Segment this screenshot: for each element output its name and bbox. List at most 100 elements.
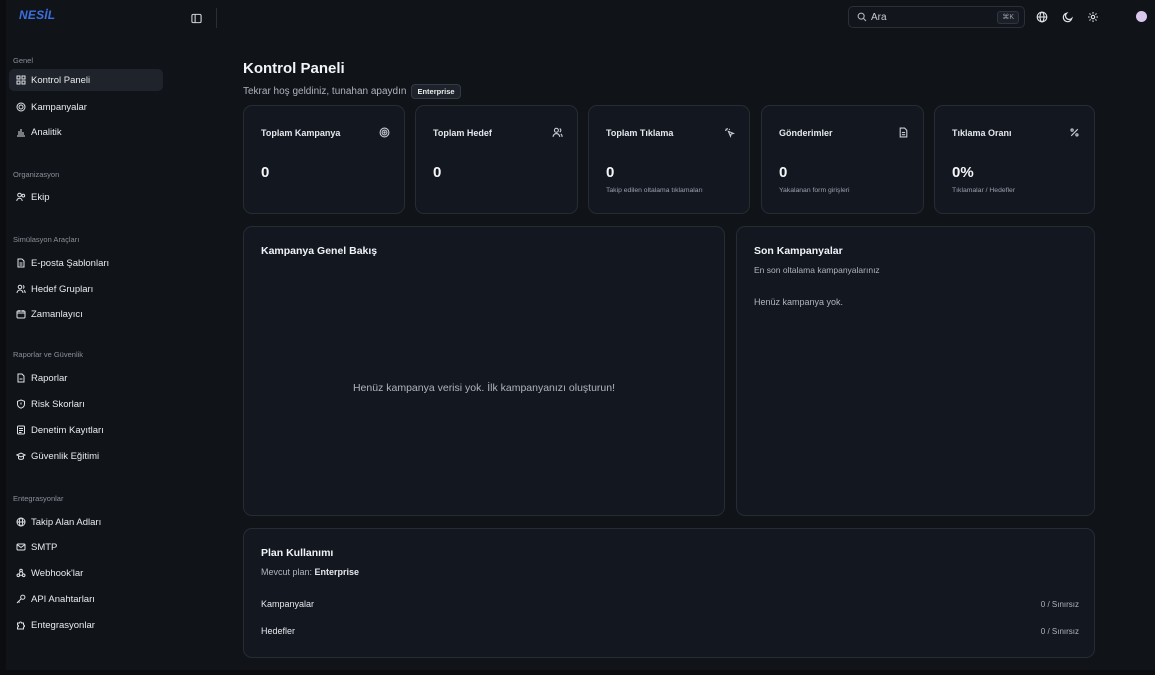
stat-card-toplam-tiklama: Toplam Tıklama 0 Takip edilen oltalama t…	[588, 105, 750, 214]
sidebar-item-risk-skorlari[interactable]: Risk Skorları	[9, 393, 163, 415]
search-placeholder: Ara	[871, 11, 887, 23]
file-text-icon	[17, 258, 25, 268]
gear-icon	[1088, 12, 1098, 22]
stat-subtitle: Tıklamalar / Hedefler	[952, 187, 1016, 194]
sidebar-item-label: Takip Alan Adları	[31, 516, 102, 528]
stat-title: Toplam Kampanya	[261, 128, 341, 138]
page-title: Kontrol Paneli	[243, 60, 345, 77]
sidebar-item-label: Zamanlayıcı	[31, 308, 83, 320]
search-shortcut: ⌘K	[997, 11, 1019, 24]
sidebar-item-label: Denetim Kayıtları	[31, 424, 104, 436]
dashboard-icon	[16, 75, 26, 85]
sidebar-item-analitik[interactable]: Analitik	[9, 121, 163, 143]
key-icon	[16, 594, 26, 604]
sidebar-section-title: Simülasyon Araçları	[13, 235, 80, 244]
users-icon	[551, 126, 563, 138]
sidebar-item-entegrasyonlar[interactable]: Entegrasyonlar	[9, 614, 163, 636]
stat-value: 0	[606, 164, 615, 181]
recent-campaigns-card: Son Kampanyalar En son oltalama kampanya…	[736, 226, 1095, 516]
sidebar-section-title: Raporlar ve Güvenlik	[13, 350, 84, 359]
user-avatar[interactable]	[1136, 11, 1147, 22]
target-icon	[16, 102, 26, 112]
stat-card-gonderimler: Gönderimler 0 Yakalanan form girişleri	[761, 105, 924, 214]
sidebar-item-label: Hedef Grupları	[31, 283, 94, 295]
plan-row-value: 0 / Sınırsız	[1040, 627, 1079, 636]
sidebar-item-takip-alan-adlari[interactable]: Takip Alan Adları	[9, 511, 163, 533]
plan-row-label: Kampanyalar	[261, 599, 315, 609]
stat-subtitle: Takip edilen oltalama tıklamaları	[606, 187, 703, 194]
stat-title: Toplam Hedef	[433, 128, 492, 138]
app-window: NESİL Ara ⌘K Genel Kontrol Paneli Kampan…	[6, 0, 1155, 670]
stat-value: 0%	[952, 164, 974, 181]
sidebar-item-raporlar[interactable]: Raporlar	[9, 367, 163, 389]
empty-state-message: Henüz kampanya verisi yok. İlk kampanyan…	[352, 382, 616, 394]
settings-button[interactable]	[1086, 10, 1100, 24]
stat-card-tiklama-orani: Tıklama Oranı 0% Tıklamalar / Hedefler	[934, 105, 1095, 214]
card-title: Son Kampanyalar	[754, 245, 843, 257]
puzzle-icon	[17, 621, 25, 630]
stat-title: Toplam Tıklama	[606, 128, 674, 138]
stat-value: 0	[433, 164, 442, 181]
search-input[interactable]: Ara ⌘K	[848, 6, 1025, 28]
sidebar-section-title: Entegrasyonlar	[13, 494, 64, 503]
graduation-cap-icon	[16, 452, 26, 460]
sidebar-item-label: Raporlar	[31, 372, 68, 384]
click-icon	[723, 126, 735, 138]
percent-icon	[1068, 126, 1080, 138]
app-logo[interactable]: NESİL	[19, 8, 55, 22]
top-bar: NESİL Ara ⌘K	[6, 0, 1155, 38]
card-subtitle: En son oltalama kampanyalarınız	[754, 265, 880, 275]
sidebar-section-title: Genel	[13, 56, 34, 65]
panel-left-icon	[190, 13, 202, 23]
target-icon	[378, 126, 390, 138]
plan-row-label: Hedefler	[261, 626, 296, 636]
file-icon	[897, 126, 909, 138]
sidebar-item-ekip[interactable]: Ekip	[9, 186, 163, 208]
stat-subtitle: Yakalanan form girişleri	[779, 187, 850, 194]
sidebar-item-kampanyalar[interactable]: Kampanyalar	[9, 96, 163, 118]
sidebar-toggle-button[interactable]	[188, 10, 204, 26]
divider	[216, 8, 217, 28]
sidebar-item-smtp[interactable]: SMTP	[9, 536, 163, 558]
sidebar-item-label: Webhook'lar	[31, 567, 84, 579]
sidebar-item-webhooklar[interactable]: Webhook'lar	[9, 562, 163, 584]
sidebar-item-label: Ekip	[31, 191, 50, 203]
sidebar-item-label: SMTP	[31, 541, 58, 553]
theme-toggle-button[interactable]	[1061, 10, 1075, 24]
sidebar-item-hedef-gruplari[interactable]: Hedef Grupları	[9, 278, 163, 300]
sidebar-item-e-posta-sablonlari[interactable]: E-posta Şablonları	[9, 252, 163, 274]
sidebar-item-api-anahtarlari[interactable]: API Anahtarları	[9, 588, 163, 610]
stat-card-toplam-hedef: Toplam Hedef 0	[415, 105, 578, 214]
current-plan-value: Enterprise	[314, 567, 360, 577]
globe-icon	[1036, 11, 1048, 23]
plan-usage-card: Plan Kullanımı Mevcut plan: Enterprise K…	[243, 528, 1095, 658]
stat-title: Tıklama Oranı	[952, 128, 1012, 138]
language-button[interactable]	[1035, 10, 1049, 24]
shield-icon	[17, 399, 25, 409]
bar-chart-icon	[17, 129, 25, 137]
sidebar-item-label: Kampanyalar	[31, 101, 87, 113]
mail-icon	[16, 543, 26, 551]
sidebar-item-kontrol-paneli[interactable]: Kontrol Paneli	[9, 69, 163, 91]
empty-state-message: Henüz kampanya yok.	[754, 297, 844, 307]
sidebar-item-label: Analitik	[31, 126, 62, 138]
welcome-message: Tekrar hoş geldiniz, tunahan apaydın	[243, 86, 407, 97]
moon-icon	[1062, 12, 1073, 23]
sidebar-item-denetim-kayitlari[interactable]: Denetim Kayıtları	[9, 419, 163, 441]
webhook-icon	[16, 568, 26, 578]
users-icon	[16, 192, 26, 202]
sidebar-item-guvenlik-egitimi[interactable]: Güvenlik Eğitimi	[9, 445, 163, 467]
stat-card-toplam-kampanya: Toplam Kampanya 0	[243, 105, 405, 214]
sidebar-item-label: Entegrasyonlar	[31, 619, 95, 631]
globe-icon	[16, 517, 26, 527]
stat-value: 0	[261, 164, 270, 181]
sidebar-item-label: Kontrol Paneli	[31, 74, 91, 86]
current-plan-text: Mevcut plan: Enterprise	[261, 567, 359, 577]
sidebar-item-label: Güvenlik Eğitimi	[31, 450, 100, 462]
card-title: Kampanya Genel Bakış	[261, 245, 378, 257]
plan-badge: Enterprise	[411, 84, 461, 99]
search-icon	[857, 12, 867, 22]
plan-row-value: 0 / Sınırsız	[1040, 600, 1079, 609]
sidebar-item-label: API Anahtarları	[31, 593, 95, 605]
sidebar-item-zamanlayici[interactable]: Zamanlayıcı	[9, 303, 163, 325]
